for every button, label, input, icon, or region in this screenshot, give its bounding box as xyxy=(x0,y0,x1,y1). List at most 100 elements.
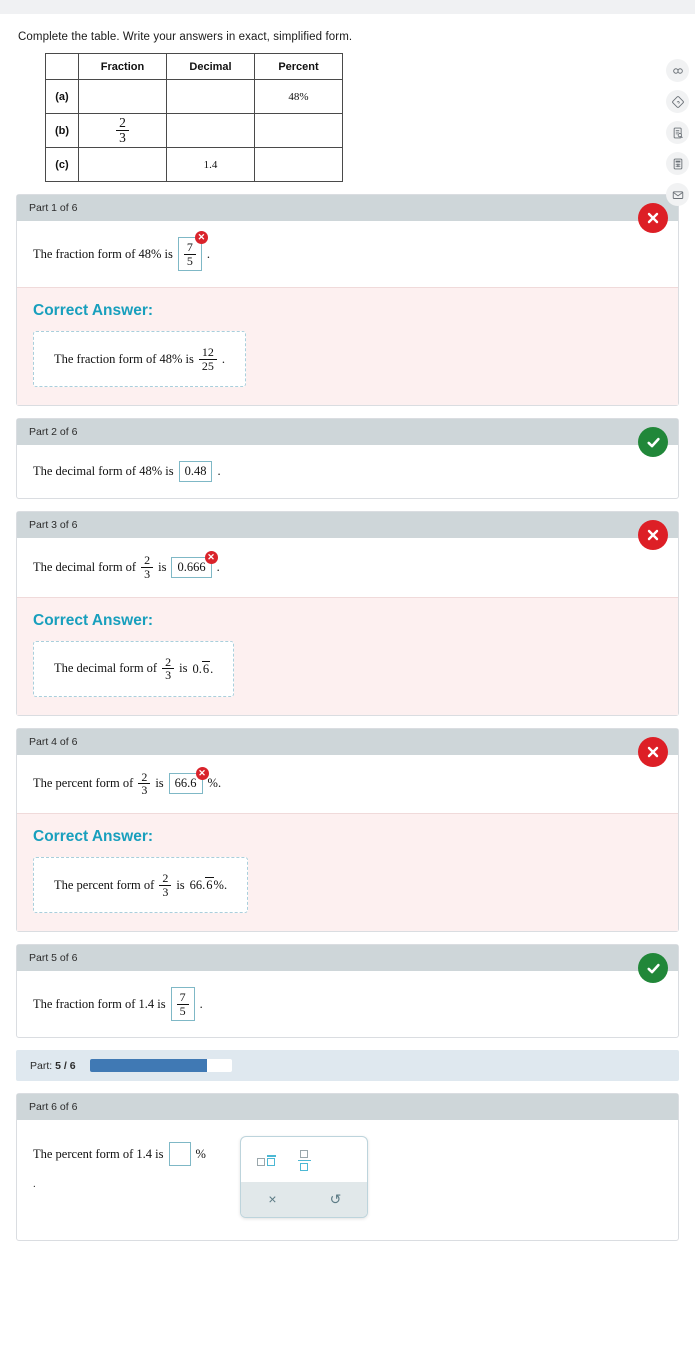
part-5-answer-input[interactable]: 7 5 xyxy=(170,987,195,1022)
table-row: (a) 48% xyxy=(45,79,343,114)
progress-label-prefix: Part: xyxy=(30,1059,53,1072)
part-4-statement-mid: is xyxy=(155,776,164,791)
answer-numerator: 7 xyxy=(179,990,186,1005)
conversion-table: Fraction Decimal Percent (a) 48% (b) 2 3… xyxy=(45,53,343,182)
repeating-decimal-key[interactable] xyxy=(256,1155,276,1167)
part-4-body: The percent form of 2 3 is 66.6 ✕ %. xyxy=(17,755,678,813)
part-3-answer-input[interactable]: 0.666 ✕ xyxy=(171,550,218,578)
diamond-tag-icon-button[interactable] xyxy=(666,90,689,113)
correct-prefix: The fraction form of 48% is xyxy=(54,351,194,366)
correct-fraction: 2 3 xyxy=(162,655,175,682)
cell-b-decimal xyxy=(166,113,255,148)
part-5-body: The fraction form of 1.4 is 7 5 . xyxy=(17,971,678,1037)
correct-lead: 66. xyxy=(189,878,206,893)
part-3-correct-panel: Correct Answer: The decimal form of 2 3 … xyxy=(17,596,678,715)
fraction-key[interactable] xyxy=(297,1150,311,1171)
correct-suffix: %. xyxy=(213,878,228,893)
repeating-digit: 6 xyxy=(205,877,214,893)
document-search-icon-button[interactable] xyxy=(666,121,689,144)
part-5-card: Part 5 of 6 The fraction form of 1.4 is … xyxy=(16,944,679,1039)
part-3-body: The decimal form of 2 3 is 0.666 ✕ . xyxy=(17,538,678,596)
error-marker-icon: ✕ xyxy=(194,231,208,244)
cell-b-percent xyxy=(254,113,343,148)
part-5-header: Part 5 of 6 xyxy=(17,945,678,972)
row-label-b: (b) xyxy=(45,113,79,148)
part-6-answer-input[interactable] xyxy=(168,1142,191,1167)
denominator-square-icon xyxy=(300,1162,309,1171)
calculator-icon xyxy=(673,158,682,169)
cell-c-percent xyxy=(254,147,343,182)
table-header-row: Fraction Decimal Percent xyxy=(45,53,343,80)
part-5-statement-prefix: The fraction form of 1.4 is xyxy=(33,996,166,1011)
part-3-card: Part 3 of 6 The decimal form of 2 3 is 0… xyxy=(16,511,679,716)
document-search-icon xyxy=(673,127,683,138)
part-5-statement-suffix: . xyxy=(199,996,203,1011)
calculator-icon-button[interactable] xyxy=(666,152,689,175)
fraction-two-thirds: 2 3 xyxy=(116,114,129,145)
fraction-denominator: 3 xyxy=(116,130,129,145)
progress-label: Part: 5 / 6 xyxy=(30,1060,76,1072)
cell-a-percent: 48% xyxy=(254,79,343,114)
part-2-card: Part 2 of 6 The decimal form of 48% is 0… xyxy=(16,418,679,500)
correct-answer-box: The percent form of 2 3 is 66.6%. xyxy=(33,856,249,914)
part-6-header: Part 6 of 6 xyxy=(17,1094,678,1121)
correct-answer-title: Correct Answer: xyxy=(33,827,154,845)
table-header-blank xyxy=(45,53,79,80)
part-4-statement-suffix: %. xyxy=(207,776,222,791)
page-content: Complete the table. Write your answers i… xyxy=(0,31,695,1241)
answer-denominator: 5 xyxy=(176,1003,189,1018)
fraction-denominator: 3 xyxy=(141,566,154,581)
cell-b-fraction: 2 3 xyxy=(78,113,167,148)
part-4-answer-input[interactable]: 66.6 ✕ xyxy=(168,767,209,795)
placeholder-square-icon xyxy=(256,1158,265,1167)
fraction-numerator: 2 xyxy=(119,114,126,130)
page-title: Complete the table. Write your answers i… xyxy=(18,31,353,43)
overline-square-icon xyxy=(266,1155,276,1167)
table-header-percent: Percent xyxy=(254,53,343,80)
cell-c-fraction xyxy=(78,147,167,182)
keyboard-close-button[interactable]: × xyxy=(241,1182,304,1217)
answer-denominator: 5 xyxy=(183,253,196,268)
part-6-card: Part 6 of 6 The percent form of 1.4 is %… xyxy=(16,1093,679,1241)
cell-c-decimal: 1.4 xyxy=(166,147,255,182)
part-6-body: The percent form of 1.4 is % . × ↺ xyxy=(17,1120,678,1240)
cell-a-fraction xyxy=(78,79,167,114)
statement-fraction: 2 3 xyxy=(141,554,154,581)
fraction-denominator: 3 xyxy=(138,783,151,797)
correct-answer-box: The fraction form of 48% is 12 25 . xyxy=(33,331,247,388)
fraction-denominator: 3 xyxy=(162,668,175,682)
answer-value: 0.666 xyxy=(177,559,206,574)
fraction-denominator: 3 xyxy=(159,884,172,899)
part-2-answer-input[interactable]: 0.48 xyxy=(178,461,213,483)
cell-a-decimal xyxy=(166,79,255,114)
answer-value: 66.6 xyxy=(174,776,197,791)
statement-fraction: 2 3 xyxy=(138,771,151,797)
part-4-header: Part 4 of 6 xyxy=(17,728,678,755)
math-keyboard-popup[interactable]: × ↺ xyxy=(239,1136,368,1218)
row-label-a: (a) xyxy=(45,79,79,114)
repeating-digit: 6 xyxy=(201,660,211,676)
status-badge-incorrect xyxy=(638,736,668,767)
infinity-icon-button[interactable] xyxy=(666,59,689,82)
correct-value: 66.6%. xyxy=(190,877,227,893)
correct-answer-title: Correct Answer: xyxy=(33,302,154,320)
right-rail xyxy=(666,59,689,206)
table-header-decimal: Decimal xyxy=(166,53,255,80)
table-row: (c) 1.4 xyxy=(45,147,343,182)
numerator-square-icon xyxy=(300,1150,309,1159)
correct-value: 0.6. xyxy=(192,660,213,677)
answer-numerator: 7 xyxy=(186,240,193,254)
part-4-correct-statement: The percent form of 2 3 is 66.6%. xyxy=(54,872,227,898)
diamond-tag-icon xyxy=(671,95,684,108)
keyboard-undo-button[interactable]: ↺ xyxy=(304,1182,367,1217)
envelope-icon-button[interactable] xyxy=(666,183,689,206)
error-marker-icon: ✕ xyxy=(195,767,209,781)
part-1-card: Part 1 of 6 The fraction form of 48% is … xyxy=(16,194,679,407)
correct-numerator: 12 xyxy=(201,345,214,360)
part-1-answer-input[interactable]: 7 5 ✕ xyxy=(177,231,208,272)
table-row: (b) 2 3 xyxy=(45,113,343,148)
part-4-card: Part 4 of 6 The percent form of 2 3 is 6… xyxy=(16,727,679,933)
table-header-fraction: Fraction xyxy=(78,53,167,80)
progress-fill xyxy=(89,1059,208,1073)
check-icon xyxy=(646,437,660,448)
